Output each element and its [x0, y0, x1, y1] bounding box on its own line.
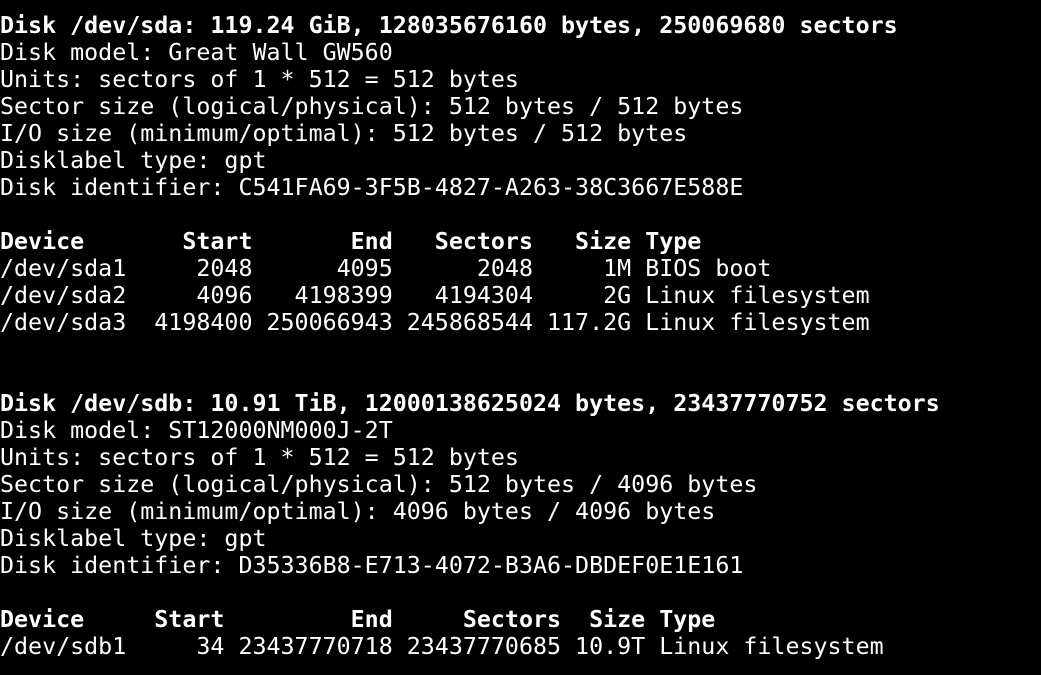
disk-sector-size: Sector size (logical/physical): 512 byte… [0, 93, 744, 120]
disk-sector-size: Sector size (logical/physical): 512 byte… [0, 471, 758, 498]
partition-table-header: Device Start End Sectors Size Type [0, 606, 716, 633]
disk-units: Units: sectors of 1 * 512 = 512 bytes [0, 444, 519, 471]
disk-header: Disk /dev/sda: 119.24 GiB, 128035676160 … [0, 12, 898, 39]
disk-identifier: Disk identifier: C541FA69-3F5B-4827-A263… [0, 174, 744, 201]
terminal-output: Disk /dev/sda: 119.24 GiB, 128035676160 … [0, 12, 1041, 660]
partition-row: /dev/sda3 4198400 250066943 245868544 11… [0, 309, 870, 336]
partition-table-header: Device Start End Sectors Size Type [0, 228, 702, 255]
partition-row: /dev/sdb1 34 23437770718 23437770685 10.… [0, 633, 884, 660]
disk-units: Units: sectors of 1 * 512 = 512 bytes [0, 66, 519, 93]
disk-model: Disk model: Great Wall GW560 [0, 39, 393, 66]
disk-label-type: Disklabel type: gpt [0, 525, 267, 552]
disk-identifier: Disk identifier: D35336B8-E713-4072-B3A6… [0, 552, 744, 579]
disk-io-size: I/O size (minimum/optimal): 512 bytes / … [0, 120, 688, 147]
disk-header: Disk /dev/sdb: 10.91 TiB, 12000138625024… [0, 390, 940, 417]
partition-row: /dev/sda1 2048 4095 2048 1M BIOS boot [0, 255, 772, 282]
disk-io-size: I/O size (minimum/optimal): 4096 bytes /… [0, 498, 716, 525]
disk-model: Disk model: ST12000NM000J-2T [0, 417, 393, 444]
disk-label-type: Disklabel type: gpt [0, 147, 267, 174]
partition-row: /dev/sda2 4096 4198399 4194304 2G Linux … [0, 282, 870, 309]
